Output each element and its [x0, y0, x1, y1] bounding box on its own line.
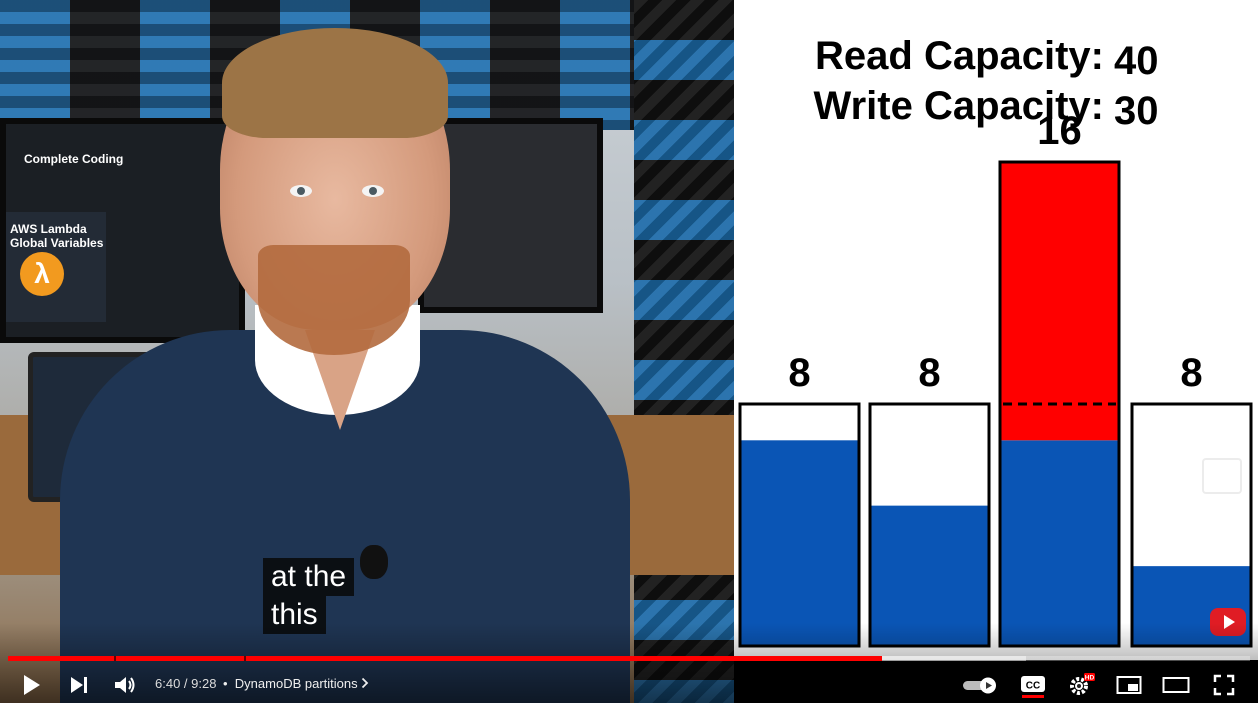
miniplayer-button[interactable] [1112, 666, 1146, 703]
time-display: 6:40 / 9:28 [155, 676, 216, 691]
partition-bar-overflow-3 [1000, 162, 1119, 441]
theater-mode-button[interactable] [1158, 666, 1194, 703]
gear-icon: HD [1070, 672, 1095, 695]
partition-bar-label-2: 8 [918, 351, 940, 395]
monitor-title: Complete Coding [24, 152, 124, 166]
progress-played [8, 656, 883, 661]
partition-bar-label-4: 8 [1180, 351, 1202, 395]
partition-bar-fill-1 [740, 440, 859, 646]
chapter-marker [113, 656, 116, 661]
play-icon [24, 674, 40, 695]
miniplayer-icon [1116, 675, 1142, 694]
acoustic-foam-panel [634, 0, 734, 703]
lapel-microphone [360, 545, 388, 579]
time-separator: / [180, 676, 192, 691]
play-button[interactable] [14, 666, 48, 703]
closed-captions-icon: CC [1021, 675, 1045, 698]
duration: 9:28 [191, 676, 217, 691]
theater-mode-icon [1162, 676, 1190, 693]
presenter-eye-left [290, 185, 312, 197]
presenter-hair [222, 28, 448, 138]
slide-panel: Read Capacity: 40 Write Capacity: 30 881… [734, 0, 1258, 660]
presenter-eye-right [362, 185, 384, 197]
partition-bar-label-3: 16 [1037, 109, 1082, 153]
volume-icon [115, 676, 135, 693]
monitor-banner: AWS Lambda Global Variables λ [6, 212, 106, 322]
caption-line-1: at the [263, 558, 355, 596]
settings-button[interactable]: HD [1064, 666, 1098, 703]
partition-bar-label-1: 8 [788, 351, 810, 395]
chevron-right-icon [362, 677, 369, 689]
presenter-beard [258, 245, 410, 355]
next-icon [71, 676, 87, 693]
current-time: 6:40 [155, 676, 181, 691]
partition-bar-fill-3 [1000, 440, 1119, 646]
video-player[interactable]: Complete Coding AWS Lambda Global Variab… [0, 0, 1258, 703]
svg-text:CC: CC [1026, 680, 1040, 691]
autoplay-toggle-icon [963, 677, 996, 693]
lambda-logo-icon: λ [20, 252, 64, 296]
partition-chart: 8 8 16 8 [738, 109, 1253, 648]
background-monitor: Complete Coding AWS Lambda Global Variab… [0, 118, 245, 343]
volume-button[interactable] [108, 666, 142, 703]
chapter-title: DynamoDB partitions [234, 676, 358, 691]
hd-badge: HD [1085, 674, 1095, 681]
next-button[interactable] [62, 666, 96, 703]
fullscreen-icon [1213, 674, 1235, 695]
chapter-marker [243, 656, 246, 661]
progress-bar[interactable] [8, 656, 1250, 661]
monitor-banner-text: AWS Lambda Global Variables [10, 222, 104, 250]
chapter-bullet: • [223, 676, 228, 691]
subtitles-button[interactable]: CC [1016, 666, 1050, 703]
presenter-scene: Complete Coding AWS Lambda Global Variab… [0, 0, 734, 703]
fullscreen-button[interactable] [1206, 666, 1242, 703]
autoplay-toggle[interactable] [960, 666, 1000, 703]
info-card-icon[interactable] [1202, 458, 1242, 494]
chapter-button[interactable]: • DynamoDB partitions [223, 676, 369, 691]
